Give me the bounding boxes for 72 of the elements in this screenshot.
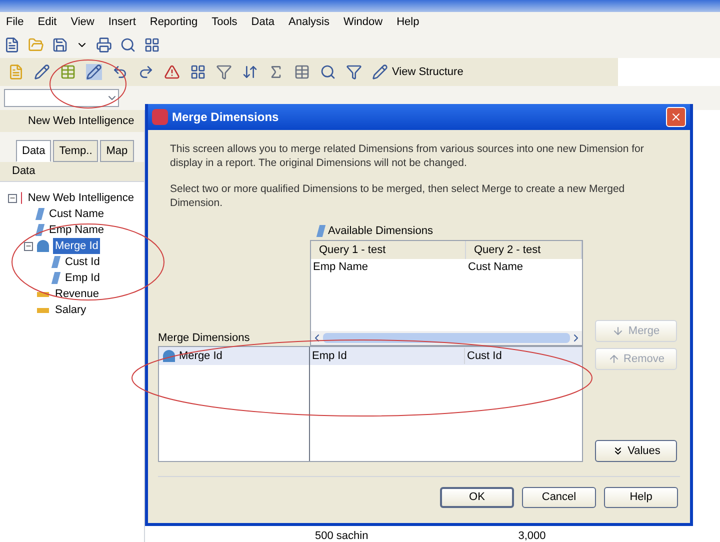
close-button[interactable] xyxy=(666,107,686,127)
save-icon[interactable] xyxy=(52,37,68,53)
table-cell[interactable]: Cust Name xyxy=(466,259,582,275)
measure-icon xyxy=(37,308,49,312)
tree-item[interactable]: Revenue xyxy=(53,286,102,302)
menu-item[interactable]: File xyxy=(6,14,24,30)
view-structure-button[interactable]: View Structure xyxy=(372,64,464,80)
merged-dimension-icon xyxy=(37,240,49,252)
pencil-icon xyxy=(372,64,388,80)
column-header[interactable]: Query 1 - test xyxy=(311,241,466,259)
description-text: This screen allows you to merge related Dimensions from various sources into one new Dimension for display in a report. The original Dimensions will not be changed. xyxy=(170,142,645,170)
dimension-icon xyxy=(35,208,45,220)
collapse-toggle[interactable] xyxy=(8,194,17,202)
merged-dimension-icon xyxy=(163,350,175,362)
redo-icon[interactable] xyxy=(138,64,154,80)
menu-item[interactable]: Window xyxy=(343,14,383,30)
description-text: Select two or more qualified Dimensions to be merged, then select Merge to create a new Merged Dimension. xyxy=(170,182,626,210)
panel-tab[interactable]: Data xyxy=(16,140,52,162)
button[interactable]: Cancel xyxy=(522,487,596,508)
app-icon xyxy=(152,109,168,125)
table-cell[interactable]: Emp Id xyxy=(310,348,465,364)
dimension-icon xyxy=(51,272,61,284)
panel-tab[interactable]: Map xyxy=(100,140,134,162)
dialog-title: Merge Dimensions xyxy=(172,109,279,126)
panel-header: Data xyxy=(0,162,144,182)
table-icon[interactable] xyxy=(60,64,76,80)
dimension-icon xyxy=(316,225,326,237)
tree-item[interactable]: Cust Id xyxy=(63,254,102,270)
dimension-icon xyxy=(51,256,61,268)
new-file-icon[interactable] xyxy=(4,37,20,53)
printer-icon[interactable] xyxy=(96,37,112,53)
menu-item[interactable]: Edit xyxy=(38,14,57,30)
warning-icon[interactable] xyxy=(164,64,180,80)
menu-item[interactable]: Reporting xyxy=(150,14,198,30)
undo-icon[interactable] xyxy=(112,64,128,80)
grid-icon[interactable] xyxy=(144,37,160,53)
pencil-icon[interactable] xyxy=(86,64,102,80)
report-cell: 500 sachin xyxy=(315,530,368,542)
tree-item[interactable]: Emp Id xyxy=(63,270,102,286)
menu-item[interactable]: Tools xyxy=(212,14,238,30)
menu-item[interactable]: Data xyxy=(251,14,275,30)
button[interactable]: Values xyxy=(595,440,677,462)
button[interactable]: Help xyxy=(604,487,678,508)
dimension-icon xyxy=(35,224,45,236)
button[interactable]: OK xyxy=(440,487,514,508)
tree-item[interactable]: Cust Name xyxy=(47,206,106,222)
measure-icon xyxy=(37,292,49,296)
document-tab[interactable]: New Web Intelligence xyxy=(0,110,144,132)
close-icon xyxy=(670,111,682,123)
available-label: Available Dimensions xyxy=(328,224,433,239)
merged-item[interactable]: Merge Id xyxy=(159,347,309,365)
menu-item[interactable]: Analysis xyxy=(288,14,330,30)
report-cell: 3,000 xyxy=(518,530,546,542)
table-cell[interactable]: Cust Id xyxy=(465,348,582,364)
up-arrow-icon xyxy=(608,353,620,365)
menu-item[interactable]: View xyxy=(70,14,94,30)
filter-icon[interactable] xyxy=(216,64,232,80)
column-header[interactable]: Query 2 - test xyxy=(466,241,582,259)
menu-item[interactable]: Insert xyxy=(108,14,136,30)
merged-label: Merge Dimensions xyxy=(158,331,251,346)
menu-item[interactable]: Help xyxy=(396,14,420,30)
sort-icon[interactable] xyxy=(242,64,258,80)
panel-tab[interactable]: Temp.. xyxy=(53,140,98,162)
tree-item[interactable]: Salary xyxy=(53,302,88,318)
collapse-toggle[interactable] xyxy=(24,242,33,250)
tree-item[interactable]: Merge Id xyxy=(53,238,100,254)
tree-item[interactable]: New Web Intelligence xyxy=(26,190,136,206)
horizontal-scrollbar[interactable] xyxy=(311,331,582,345)
tree-item[interactable]: Emp Name xyxy=(47,222,106,238)
table-cell[interactable]: Emp Name xyxy=(311,259,466,275)
font-combo-box[interactable] xyxy=(4,89,119,107)
down-arrow-icon xyxy=(612,325,624,337)
